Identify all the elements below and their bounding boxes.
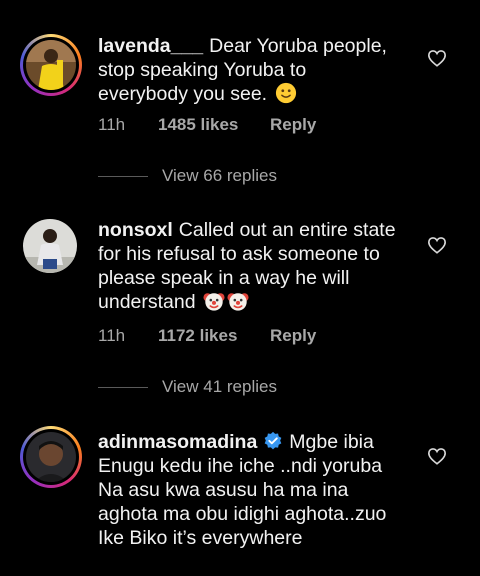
comment-username[interactable]: nonsoxl — [98, 219, 173, 241]
avatar[interactable] — [26, 432, 76, 482]
reply-button[interactable]: Reply — [270, 115, 316, 135]
like-heart-icon[interactable] — [427, 49, 447, 67]
like-heart-icon[interactable] — [427, 236, 447, 254]
comment-meta: 11h 1485 likes Reply — [98, 115, 316, 135]
story-ring[interactable] — [20, 426, 82, 488]
view-replies-button[interactable]: View 41 replies — [98, 377, 277, 397]
avatar-image — [26, 432, 76, 482]
avatar-image — [23, 219, 77, 273]
clown-face-emoji-icon — [227, 293, 249, 311]
reply-button[interactable]: Reply — [270, 326, 316, 346]
comment-username[interactable]: lavenda___ — [98, 35, 203, 57]
story-ring[interactable] — [20, 34, 82, 96]
divider-line — [98, 176, 148, 178]
view-replies-label: View 66 replies — [162, 166, 277, 185]
divider-line — [98, 387, 148, 389]
like-heart-icon[interactable] — [427, 447, 447, 465]
avatar-background — [23, 37, 79, 93]
comment-time: 11h — [98, 326, 126, 345]
avatar-image — [26, 40, 76, 90]
verified-badge-icon — [264, 431, 282, 450]
slightly-smiling-face-emoji-icon — [275, 82, 296, 104]
avatar-frame[interactable] — [20, 216, 82, 278]
view-replies-label: View 41 replies — [162, 377, 277, 396]
avatar-background — [23, 429, 79, 485]
comment-time: 11h — [98, 115, 126, 134]
comment-meta: 11h 1172 likes Reply — [98, 326, 316, 346]
comment-text: adinmasomadina Mgbe ibia Enugu kedu ihe … — [98, 430, 398, 550]
clown-face-emoji-icon — [203, 293, 225, 311]
view-replies-button[interactable]: View 66 replies — [98, 166, 277, 186]
comment-text: nonsoxl Called out an entire state for hi… — [98, 218, 398, 314]
avatar[interactable] — [23, 219, 77, 273]
comment-likes[interactable]: 1172 likes — [158, 326, 270, 346]
comment-username[interactable]: adinmasomadina — [98, 431, 257, 453]
comment-likes[interactable]: 1485 likes — [158, 115, 270, 135]
avatar[interactable] — [26, 40, 76, 90]
comment-text: lavenda___ Dear Yoruba people, stop speak… — [98, 34, 398, 106]
